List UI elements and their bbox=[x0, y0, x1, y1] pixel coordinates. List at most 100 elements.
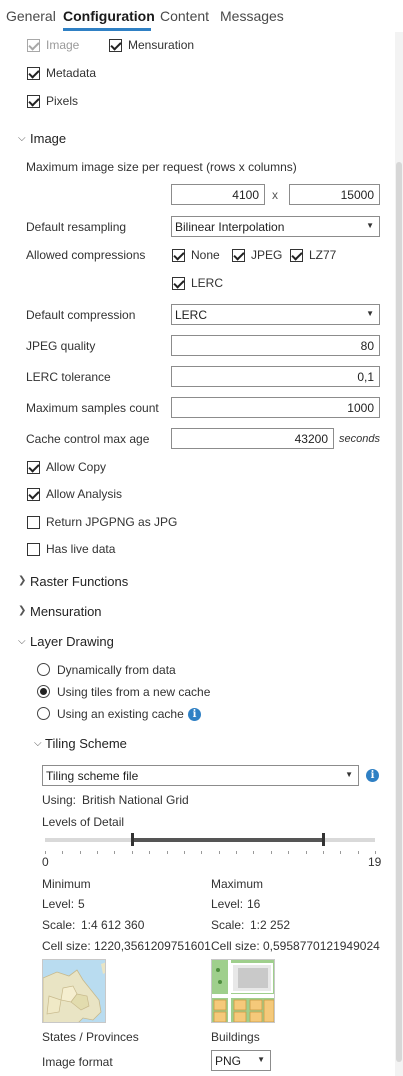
tab-messages[interactable]: Messages bbox=[220, 8, 284, 24]
chevron-right-icon[interactable]: ❯ bbox=[18, 575, 26, 586]
compression-none-checkbox[interactable] bbox=[172, 249, 185, 262]
info-icon[interactable]: i bbox=[188, 708, 201, 721]
maximum-header: Maximum bbox=[211, 877, 264, 891]
return-jpgpng-label: Return JPGPNG as JPG bbox=[46, 515, 178, 529]
maximum-scale-label: Scale: bbox=[211, 918, 245, 932]
raster-functions-section-header[interactable]: Raster Functions bbox=[30, 574, 128, 589]
image-section-header[interactable]: Image bbox=[30, 131, 66, 146]
draw-existing-cache-radio[interactable] bbox=[37, 707, 50, 720]
image-format-label: Image format bbox=[42, 1055, 113, 1069]
draw-new-cache-radio[interactable] bbox=[37, 685, 50, 698]
states-map-icon bbox=[43, 960, 105, 1022]
maximum-scale-value: 1:2 252 bbox=[250, 918, 291, 932]
minimum-scale-label: Scale: bbox=[42, 918, 76, 932]
buildings-map-icon bbox=[212, 960, 274, 1022]
cache-max-age-input[interactable]: 43200 bbox=[171, 428, 334, 449]
minimum-level-value: 5 bbox=[78, 897, 85, 911]
slider-tick bbox=[219, 851, 220, 854]
minimum-preview-caption: States / Provinces bbox=[42, 1030, 139, 1044]
image-capability-label: Image bbox=[46, 38, 80, 52]
slider-tick bbox=[80, 851, 81, 854]
default-compression-select[interactable]: LERC ▼ bbox=[171, 304, 380, 325]
chevron-down-icon[interactable]: ⌵ bbox=[34, 738, 42, 749]
slider-tick bbox=[253, 851, 254, 854]
slider-tick bbox=[340, 851, 341, 854]
allowed-compressions-label: Allowed compressions bbox=[26, 248, 146, 262]
image-format-select[interactable]: PNG ▼ bbox=[211, 1050, 271, 1071]
pixels-checkbox[interactable] bbox=[27, 95, 40, 108]
max-columns-input[interactable]: 15000 bbox=[289, 184, 380, 205]
mensuration-checkbox[interactable] bbox=[109, 39, 122, 52]
slider-tick bbox=[45, 851, 46, 854]
maximum-preview-map bbox=[211, 959, 275, 1023]
minimum-header: Minimum bbox=[42, 877, 91, 891]
slider-min-label: 0 bbox=[42, 855, 49, 869]
image-capability-checkbox[interactable] bbox=[27, 39, 40, 52]
image-format-value: PNG bbox=[215, 1054, 242, 1068]
compression-jpeg-label: JPEG bbox=[251, 248, 283, 262]
draw-dynamic-label: Dynamically from data bbox=[57, 663, 176, 677]
max-samples-input[interactable]: 1000 bbox=[171, 397, 380, 418]
tab-content[interactable]: Content bbox=[160, 8, 209, 24]
chevron-down-icon[interactable]: ⌵ bbox=[18, 636, 26, 647]
allow-copy-checkbox[interactable] bbox=[27, 461, 40, 474]
default-resampling-select[interactable]: Bilinear Interpolation ▼ bbox=[171, 216, 380, 237]
tiling-scheme-section-header[interactable]: Tiling Scheme bbox=[45, 736, 127, 751]
scrollbar-thumb[interactable] bbox=[396, 162, 402, 1062]
levels-slider-max-handle[interactable] bbox=[321, 833, 325, 846]
chevron-down-icon: ▼ bbox=[366, 309, 374, 318]
lerc-tolerance-label: LERC tolerance bbox=[26, 370, 111, 384]
compression-lz77-label: LZ77 bbox=[309, 248, 337, 262]
metadata-checkbox[interactable] bbox=[27, 67, 40, 80]
chevron-down-icon: ▼ bbox=[257, 1055, 265, 1064]
tab-configuration[interactable]: Configuration bbox=[63, 8, 155, 24]
default-compression-label: Default compression bbox=[26, 308, 136, 322]
tab-general[interactable]: General bbox=[6, 8, 56, 24]
allow-copy-label: Allow Copy bbox=[46, 460, 107, 474]
chevron-right-icon[interactable]: ❯ bbox=[18, 605, 26, 616]
metadata-label: Metadata bbox=[46, 66, 97, 80]
has-live-data-checkbox[interactable] bbox=[27, 543, 40, 556]
maximum-cell-value: 0,5958770121949024 bbox=[263, 939, 380, 953]
using-label: Using: bbox=[42, 793, 77, 807]
compression-lerc-label: LERC bbox=[191, 276, 224, 290]
tab-bar: General Configuration Content Messages bbox=[0, 0, 403, 34]
slider-tick bbox=[358, 851, 359, 854]
info-icon[interactable]: i bbox=[366, 769, 379, 782]
lerc-tolerance-input[interactable]: 0,1 bbox=[171, 366, 380, 387]
max-image-size-label: Maximum image size per request (rows x c… bbox=[26, 160, 297, 174]
jpeg-quality-input[interactable]: 80 bbox=[171, 335, 380, 356]
slider-tick bbox=[375, 851, 376, 854]
allow-analysis-checkbox[interactable] bbox=[27, 488, 40, 501]
slider-tick bbox=[97, 851, 98, 854]
compression-lerc-checkbox[interactable] bbox=[172, 277, 185, 290]
slider-tick bbox=[323, 851, 324, 854]
draw-new-cache-label: Using tiles from a new cache bbox=[57, 685, 211, 699]
slider-tick bbox=[236, 851, 237, 854]
max-rows-input[interactable]: 4100 bbox=[171, 184, 265, 205]
minimum-level-label: Level: bbox=[42, 897, 75, 911]
size-separator: x bbox=[272, 188, 278, 202]
slider-tick bbox=[271, 851, 272, 854]
layer-drawing-section-header[interactable]: Layer Drawing bbox=[30, 634, 114, 649]
mensuration-section-header[interactable]: Mensuration bbox=[30, 604, 102, 619]
active-tab-indicator bbox=[63, 28, 151, 31]
maximum-preview-caption: Buildings bbox=[211, 1030, 260, 1044]
maximum-cell-label: Cell size: bbox=[211, 939, 260, 953]
levels-slider-min-handle[interactable] bbox=[130, 833, 134, 846]
mensuration-label: Mensuration bbox=[128, 38, 195, 52]
vertical-scrollbar[interactable] bbox=[395, 32, 403, 1076]
compression-none-label: None bbox=[191, 248, 220, 262]
draw-dynamic-radio[interactable] bbox=[37, 663, 50, 676]
return-jpgpng-checkbox[interactable] bbox=[27, 516, 40, 529]
chevron-down-icon[interactable]: ⌵ bbox=[18, 133, 26, 144]
max-samples-label: Maximum samples count bbox=[26, 401, 159, 415]
tiling-scheme-value: Tiling scheme file bbox=[46, 769, 139, 783]
tiling-scheme-select[interactable]: Tiling scheme file ▼ bbox=[42, 765, 359, 786]
minimum-scale-value: 1:4 612 360 bbox=[81, 918, 145, 932]
slider-tick bbox=[288, 851, 289, 854]
compression-jpeg-checkbox[interactable] bbox=[232, 249, 245, 262]
compression-lz77-checkbox[interactable] bbox=[290, 249, 303, 262]
has-live-data-label: Has live data bbox=[46, 542, 116, 556]
slider-tick bbox=[306, 851, 307, 854]
